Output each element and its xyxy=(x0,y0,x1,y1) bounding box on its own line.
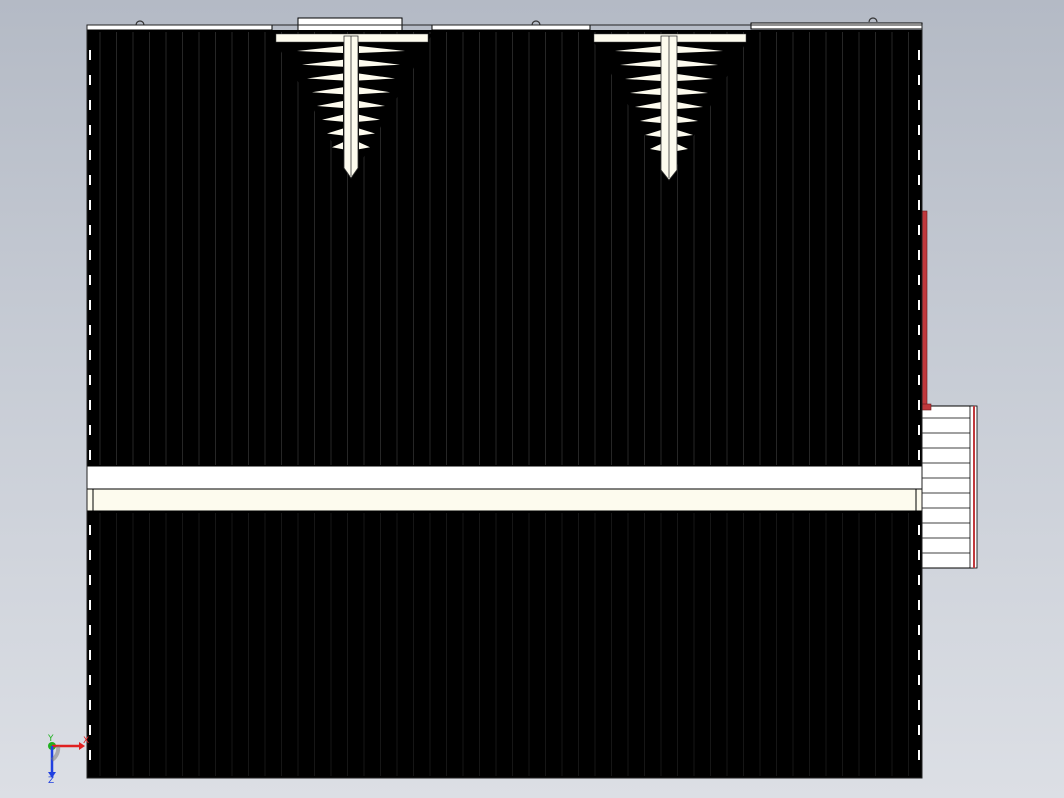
lifting-lug xyxy=(531,20,541,26)
lifting-lug xyxy=(135,20,145,26)
x-axis-label: X xyxy=(83,736,89,746)
top-cap-middle xyxy=(431,24,591,31)
top-cap-left xyxy=(86,24,273,31)
y-axis-label: Y xyxy=(47,734,54,744)
orientation-triad[interactable]: X Y Z xyxy=(47,734,89,786)
side-ladder xyxy=(921,405,978,569)
upper-casing xyxy=(87,30,922,466)
lifting-lug xyxy=(868,17,878,23)
basin-band xyxy=(86,465,923,512)
access-pipe xyxy=(921,210,932,411)
top-cap-right xyxy=(750,22,923,30)
cooling-tower-model[interactable] xyxy=(86,17,978,779)
cad-graphics-viewport[interactable]: X Y Z xyxy=(0,0,1064,798)
z-axis-label: Z xyxy=(48,776,54,786)
lower-casing xyxy=(87,511,922,778)
